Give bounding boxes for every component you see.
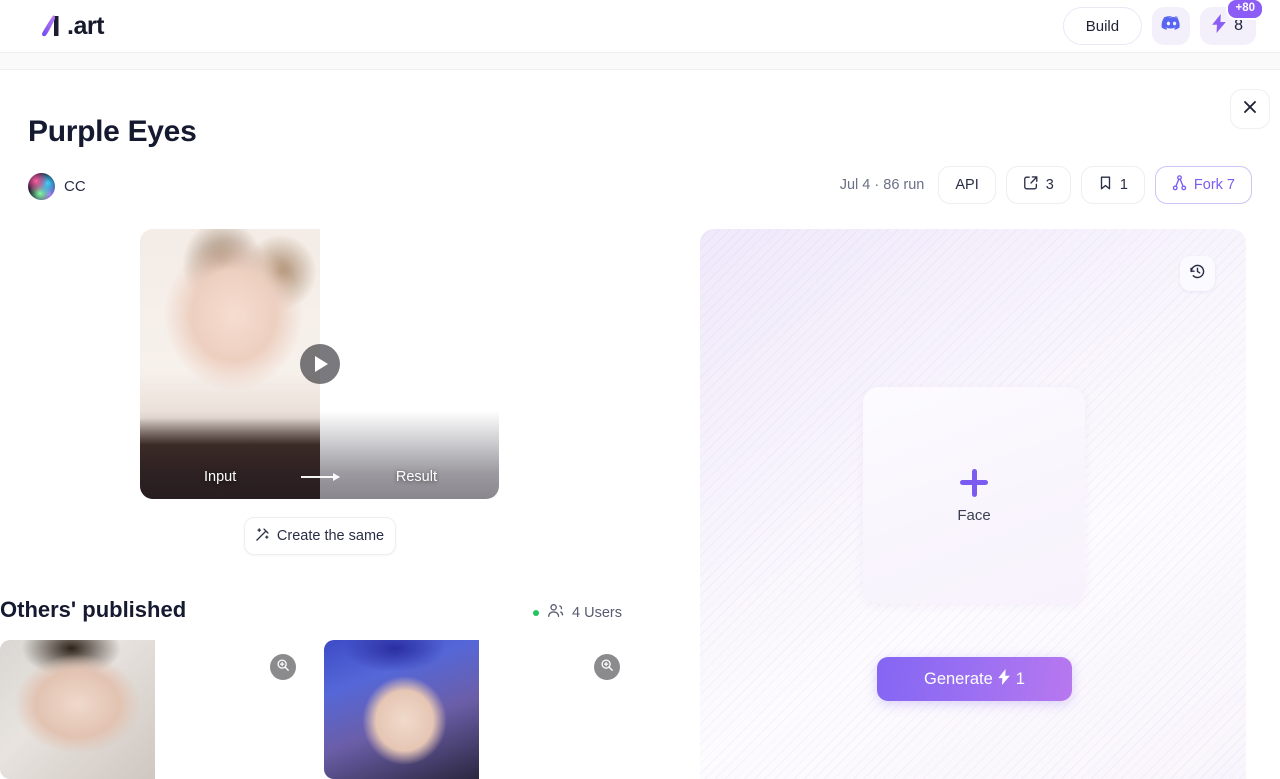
- preview-gradient-overlay: [140, 411, 499, 499]
- users-count-label: 4 Users: [572, 604, 622, 621]
- generate-cost: 1: [1015, 669, 1025, 688]
- others-published-gallery: [0, 640, 634, 779]
- gallery-card-input-image: [324, 640, 479, 779]
- zoom-in-icon: [600, 658, 614, 677]
- history-button[interactable]: [1180, 256, 1215, 291]
- date-run-count: Jul 4 · 86 run: [839, 177, 925, 193]
- api-button[interactable]: API: [938, 166, 996, 204]
- fork-label: Fork 7: [1193, 177, 1235, 193]
- app-header: .art Build 8 +80: [0, 0, 1280, 52]
- build-button[interactable]: Build: [1062, 7, 1143, 45]
- history-clock-icon: [1189, 263, 1206, 285]
- bookmark-button[interactable]: 1: [1080, 166, 1145, 204]
- preview-card[interactable]: Input Result: [140, 229, 499, 499]
- arrow-right-icon: [300, 473, 340, 481]
- active-users-indicator: 4 Users: [533, 603, 622, 622]
- close-button[interactable]: [1230, 89, 1270, 129]
- a-art-logo-icon: [36, 11, 66, 41]
- zoom-in-icon: [276, 658, 290, 677]
- gallery-card[interactable]: [0, 640, 310, 779]
- online-dot: [533, 609, 539, 616]
- detail-modal: Purple Eyes CC Jul 4 · 86 run API 3 1 Fo…: [0, 70, 1280, 779]
- create-the-same-button[interactable]: Create the same: [243, 517, 396, 555]
- share-button[interactable]: 3: [1005, 166, 1071, 204]
- generate-label: Generate: [924, 669, 993, 688]
- share-count: 3: [1045, 177, 1054, 193]
- brand-logo-text: .art: [67, 11, 104, 40]
- author-name: CC: [64, 178, 86, 195]
- author-block[interactable]: CC: [28, 173, 86, 200]
- discord-icon: [1161, 13, 1182, 39]
- avatar: [28, 173, 55, 200]
- users-icon: [547, 603, 564, 622]
- header-actions: Build 8 +80: [1062, 0, 1264, 45]
- header-divider-bar: [0, 52, 1280, 70]
- play-button[interactable]: [299, 344, 340, 384]
- create-the-same-label: Create the same: [276, 528, 385, 544]
- fork-button[interactable]: Fork 7: [1154, 166, 1252, 204]
- bookmark-count: 1: [1119, 177, 1128, 193]
- lightning-bolt-icon: [998, 668, 1011, 690]
- gallery-card-input-image: [0, 640, 155, 779]
- preview-input-label: Input: [204, 469, 237, 485]
- fork-icon: [1172, 175, 1187, 195]
- preview-result-label: Result: [395, 469, 437, 485]
- credits-badge: +80: [1226, 0, 1264, 20]
- meta-actions: Jul 4 · 86 run API 3 1 Fork 7: [840, 166, 1252, 204]
- face-upload-label: Face: [957, 506, 991, 524]
- generate-button[interactable]: Generate 1: [877, 657, 1072, 701]
- close-icon: [1242, 99, 1258, 120]
- share-icon: [1023, 175, 1039, 195]
- page-title: Purple Eyes: [28, 115, 197, 148]
- credits-button[interactable]: 8 +80: [1200, 0, 1264, 45]
- bookmark-icon: [1098, 175, 1113, 195]
- others-published-title: Others' published: [0, 597, 187, 622]
- lightning-bolt-icon: [1211, 14, 1228, 38]
- zoom-in-button[interactable]: [270, 654, 296, 680]
- gallery-card[interactable]: [324, 640, 634, 779]
- discord-button[interactable]: [1152, 7, 1191, 45]
- plus-icon: [959, 468, 989, 498]
- brand-logo[interactable]: .art: [36, 11, 104, 41]
- zoom-in-button[interactable]: [594, 654, 620, 680]
- preview-section: Input Result Create the same: [140, 229, 499, 555]
- generation-panel: Face Generate 1: [700, 229, 1246, 779]
- play-icon: [314, 356, 328, 372]
- api-label: API: [955, 177, 979, 193]
- magic-wand-icon: [255, 527, 270, 546]
- app-root: .art Build 8 +80 Purple Eyes CC Jul 4 · …: [0, 0, 1280, 779]
- face-upload-dropzone[interactable]: Face: [863, 387, 1085, 604]
